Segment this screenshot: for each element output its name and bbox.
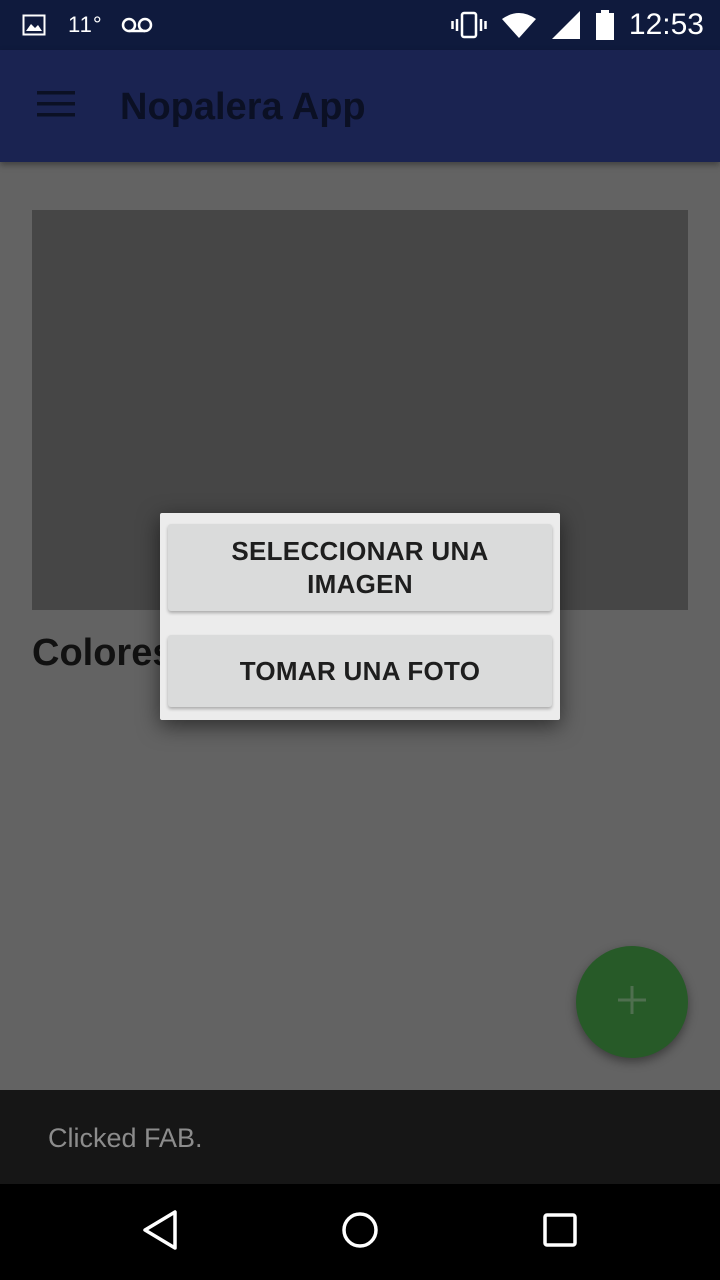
clock-text: 12:53: [628, 8, 704, 41]
select-image-button[interactable]: SELECCIONAR UNA IMAGEN: [168, 524, 552, 611]
home-button[interactable]: [328, 1200, 392, 1264]
colors-label: Colores: [32, 632, 174, 674]
app-title: Nopalera App: [120, 86, 366, 128]
image-icon: [22, 14, 46, 36]
hamburger-menu-button[interactable]: [22, 78, 90, 134]
recents-button[interactable]: [528, 1200, 592, 1264]
status-bar-left: 11°: [22, 0, 153, 50]
hamburger-menu-icon: [37, 90, 75, 122]
add-fab-button[interactable]: [576, 946, 688, 1058]
plus-icon: [616, 984, 648, 1021]
status-bar: 11° 12:53: [0, 0, 720, 50]
temperature-text: 11°: [68, 12, 103, 37]
navigation-bar: [0, 1184, 720, 1280]
back-icon: [140, 1209, 180, 1256]
snackbar: Clicked FAB.: [0, 1090, 720, 1184]
app-bar: Nopalera App: [0, 50, 720, 162]
back-button[interactable]: [128, 1200, 192, 1264]
take-photo-button[interactable]: TOMAR UNA FOTO: [168, 635, 552, 707]
home-icon: [340, 1210, 380, 1255]
battery-icon: [595, 10, 615, 40]
wifi-icon: [501, 11, 537, 39]
voicemail-icon: [121, 17, 153, 33]
snackbar-text: Clicked FAB.: [48, 1123, 203, 1153]
image-source-dialog: SELECCIONAR UNA IMAGEN TOMAR UNA FOTO: [160, 513, 560, 720]
vibrate-icon: [451, 11, 487, 39]
recents-icon: [542, 1212, 578, 1253]
signal-icon: [551, 10, 581, 40]
status-bar-right: 12:53: [437, 0, 704, 50]
